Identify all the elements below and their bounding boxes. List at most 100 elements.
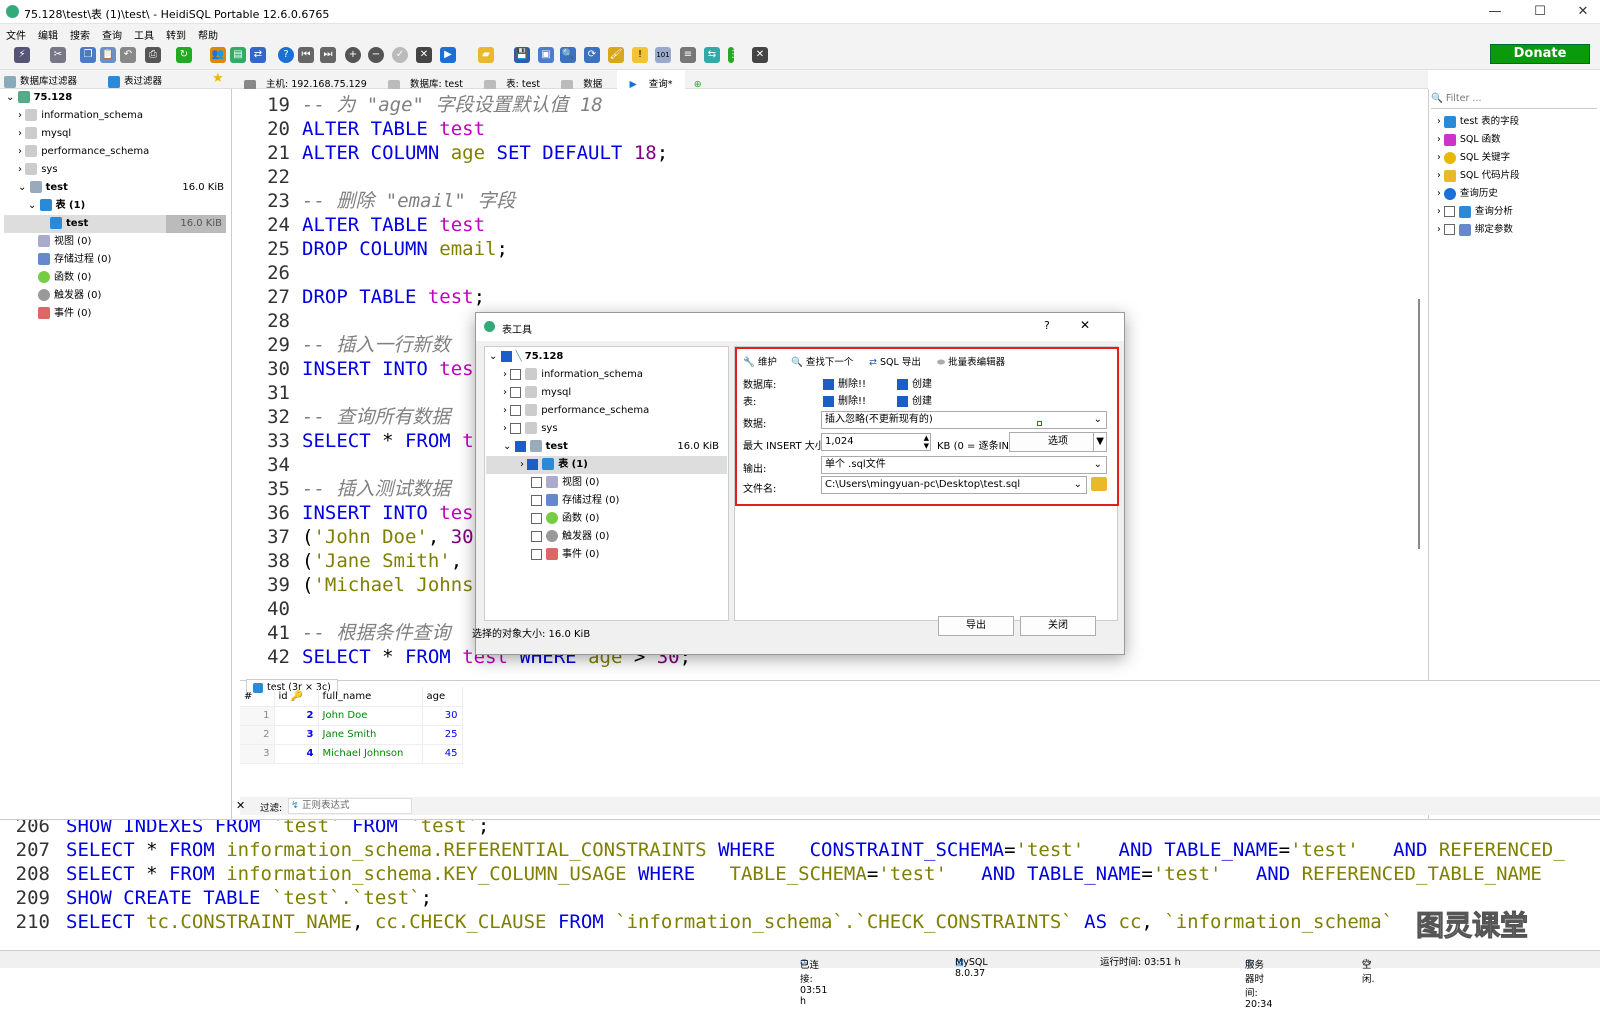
tab-bulk-editor[interactable]: ⬬ 批量表编辑器 bbox=[937, 354, 1005, 368]
tree-db[interactable]: › performance_schema bbox=[18, 143, 149, 161]
tree-events[interactable]: 事件 (0) bbox=[38, 305, 91, 323]
first-record-icon[interactable]: ⏮ bbox=[298, 47, 314, 63]
close-dialog-button[interactable]: 关闭 bbox=[1020, 616, 1096, 636]
helper-item-keywords[interactable]: › SQL 关键字 bbox=[1437, 149, 1510, 167]
table-filter-tab[interactable]: 表过滤器 bbox=[108, 73, 162, 88]
helper-item-params[interactable]: › 绑定参数 bbox=[1437, 221, 1513, 239]
tree-db[interactable]: › sys bbox=[18, 161, 58, 179]
warning-icon[interactable]: ! bbox=[632, 47, 648, 63]
editor-scrollbar[interactable] bbox=[1418, 299, 1420, 549]
tree-triggers[interactable]: 触发器 (0) bbox=[38, 287, 101, 305]
table-row[interactable]: 2 3 Jane Smith 25 bbox=[240, 725, 463, 745]
dialog-tree-db[interactable]: › sys bbox=[503, 420, 558, 438]
folder-icon[interactable] bbox=[1091, 477, 1107, 491]
checkbox[interactable] bbox=[823, 395, 834, 407]
close-tab-icon[interactable]: ✕ bbox=[752, 47, 768, 63]
save-icon[interactable]: 💾 bbox=[514, 47, 530, 63]
post-record-icon[interactable]: ✓ bbox=[392, 47, 408, 63]
star-icon[interactable]: ★ bbox=[212, 71, 224, 86]
checkbox[interactable] bbox=[510, 368, 522, 380]
dialog-tree-db-test[interactable]: ⌄ test 16.0 KiB bbox=[503, 438, 723, 456]
tree-root[interactable]: ⌄ 75.128 bbox=[6, 89, 72, 107]
result-grid[interactable]: # id 🔑 full_name age 1 2 John Doe 30 2 3… bbox=[240, 687, 463, 764]
data-select[interactable]: 插入忽略(不更新现有的) ⌄ bbox=[821, 411, 1107, 429]
table-drop-checkbox[interactable]: 删除!! bbox=[823, 392, 866, 407]
dialog-tree-root[interactable]: ⌄ ╲ 75.128 bbox=[489, 348, 563, 366]
dialog-tree-events[interactable]: 事件 (0) bbox=[531, 546, 599, 564]
db-create-checkbox[interactable]: 创建 bbox=[897, 375, 932, 390]
more-icon[interactable]: ⋮ bbox=[728, 47, 738, 63]
checkbox[interactable] bbox=[1443, 206, 1455, 217]
checkbox[interactable] bbox=[510, 404, 522, 416]
tree-db[interactable]: › information_schema bbox=[18, 107, 143, 125]
helper-item-functions[interactable]: › SQL 函数 bbox=[1437, 131, 1501, 149]
print-icon[interactable]: ⎙ bbox=[145, 47, 161, 63]
transfer-icon[interactable]: ⇄ bbox=[250, 47, 266, 63]
table-row[interactable]: 3 4 Michael Johnson 45 bbox=[240, 744, 463, 764]
table-create-checkbox[interactable]: 创建 bbox=[897, 392, 932, 407]
undo-icon[interactable]: ↶ bbox=[120, 47, 136, 63]
find-icon[interactable]: 🔍 bbox=[560, 47, 576, 63]
donate-button[interactable]: Donate bbox=[1490, 44, 1590, 64]
dialog-tree-db[interactable]: › performance_schema bbox=[503, 402, 649, 420]
db-drop-checkbox[interactable]: 删除!! bbox=[823, 375, 866, 390]
column-header[interactable]: age bbox=[422, 687, 463, 707]
close-button[interactable]: ✕ bbox=[1568, 0, 1598, 24]
dialog-tree-views[interactable]: 视图 (0) bbox=[531, 474, 599, 492]
paste-icon[interactable]: 📋 bbox=[100, 47, 116, 63]
tree-views[interactable]: 视图 (0) bbox=[38, 233, 91, 251]
dialog-tree-db[interactable]: › mysql bbox=[503, 384, 571, 402]
tab-sql-export[interactable]: ⇄ SQL 导出 bbox=[865, 351, 925, 369]
last-record-icon[interactable]: ⏭ bbox=[320, 47, 336, 63]
helper-item-fields[interactable]: › test 表的字段 bbox=[1437, 113, 1519, 131]
run-query-icon[interactable]: ▶ bbox=[440, 47, 456, 63]
delete-record-icon[interactable]: − bbox=[368, 47, 384, 63]
column-header[interactable]: # bbox=[240, 687, 275, 707]
replace-icon[interactable]: ⟳ bbox=[584, 47, 600, 63]
import-icon[interactable]: ▤ bbox=[230, 47, 246, 63]
user-manager-icon[interactable]: 👥 bbox=[210, 47, 226, 63]
tree-tables-node[interactable]: ⌄ 表 (1) bbox=[28, 197, 85, 215]
save-as-icon[interactable]: ▣ bbox=[538, 47, 554, 63]
wrap-icon[interactable]: ≡ bbox=[680, 47, 696, 63]
checkbox[interactable] bbox=[531, 512, 542, 524]
checkbox[interactable] bbox=[500, 350, 512, 362]
filter-input[interactable]: ↯ 正则表达式 bbox=[288, 798, 412, 814]
disconnect-icon[interactable]: ✂ bbox=[50, 47, 66, 63]
checkbox[interactable] bbox=[514, 440, 526, 452]
maximize-button[interactable]: ☐ bbox=[1525, 0, 1555, 24]
column-header[interactable]: full_name bbox=[318, 687, 423, 707]
max-insert-input[interactable]: 1,024 ▲ ▼ bbox=[821, 433, 931, 451]
dialog-help-button[interactable]: ? bbox=[1044, 319, 1050, 332]
tab-maintenance[interactable]: 🔧 维护 bbox=[743, 354, 777, 368]
checkbox[interactable] bbox=[531, 476, 542, 488]
column-header[interactable]: id 🔑 bbox=[274, 687, 319, 707]
dialog-tree-functions[interactable]: 函数 (0) bbox=[531, 510, 599, 528]
dialog-tree-db[interactable]: › information_schema bbox=[503, 366, 643, 384]
helper-item-profile[interactable]: › 查询分析 bbox=[1437, 203, 1513, 221]
checkbox[interactable] bbox=[531, 548, 542, 560]
sql-log[interactable]: 206 SHOW INDEXES FROM `test` FROM `test`… bbox=[0, 819, 1600, 950]
options-button[interactable]: 选项 ▼ bbox=[1009, 432, 1107, 452]
binary-icon[interactable]: 101 bbox=[655, 47, 671, 63]
checkbox[interactable] bbox=[897, 395, 908, 407]
checkbox[interactable] bbox=[823, 378, 834, 390]
filename-input[interactable]: C:\Users\mingyuan-pc\Desktop\test.sql ⌄ bbox=[821, 476, 1087, 494]
tree-procedures[interactable]: 存储过程 (0) bbox=[38, 251, 111, 269]
dialog-close-button[interactable]: ✕ bbox=[1080, 318, 1090, 332]
table-row[interactable]: 1 2 John Doe 30 bbox=[240, 706, 463, 726]
dialog-tree-procedures[interactable]: 存储过程 (0) bbox=[531, 492, 619, 510]
help-icon[interactable]: ? bbox=[278, 47, 294, 63]
checkbox[interactable] bbox=[531, 494, 542, 506]
checkbox[interactable] bbox=[531, 530, 542, 542]
spinner-icon[interactable]: ▲ ▼ bbox=[924, 434, 929, 450]
helper-item-snippets[interactable]: › SQL 代码片段 bbox=[1437, 167, 1520, 185]
copy-icon[interactable]: ❐ bbox=[80, 47, 96, 63]
helper-filter[interactable]: 🔍 Filter ... bbox=[1431, 93, 1597, 109]
export-button[interactable]: 导出 bbox=[938, 616, 1014, 636]
checkbox[interactable] bbox=[510, 422, 522, 434]
sync-icon[interactable]: ⇆ bbox=[704, 47, 720, 63]
dialog-tree-tables[interactable]: › 表 (1) bbox=[486, 456, 727, 474]
clear-icon[interactable]: 🖌 bbox=[608, 47, 624, 63]
cancel-icon[interactable]: ✕ bbox=[416, 47, 432, 63]
